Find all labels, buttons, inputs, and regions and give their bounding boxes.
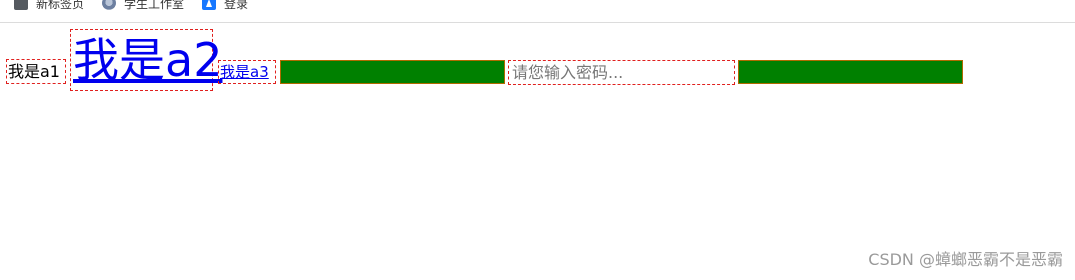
bookmark-label: 新标签页 bbox=[36, 0, 85, 11]
watermark-text: CSDN @蟑螂恶霸不是恶霸 bbox=[868, 250, 1063, 269]
bookmark-student-studio[interactable]: 学生工作室 bbox=[102, 0, 184, 12]
bookmark-label: 学生工作室 bbox=[124, 0, 185, 11]
bookmark-label: 登录 bbox=[224, 0, 249, 11]
link-a2[interactable]: 我是a2 bbox=[70, 29, 222, 91]
page-icon bbox=[14, 0, 28, 10]
school-icon bbox=[102, 0, 116, 10]
green-box-right bbox=[738, 60, 963, 84]
password-input[interactable] bbox=[508, 60, 735, 85]
bookmarks-bar: 新标签页 学生工作室 登录 bbox=[0, 0, 1075, 23]
login-icon bbox=[202, 0, 216, 10]
text-a1: 我是a1 bbox=[6, 59, 66, 84]
link-a3[interactable]: 我是a3 bbox=[218, 60, 276, 84]
bookmark-login[interactable]: 登录 bbox=[202, 0, 248, 12]
bookmark-new-tab[interactable]: 新标签页 bbox=[14, 0, 84, 12]
green-box-left bbox=[280, 60, 505, 84]
